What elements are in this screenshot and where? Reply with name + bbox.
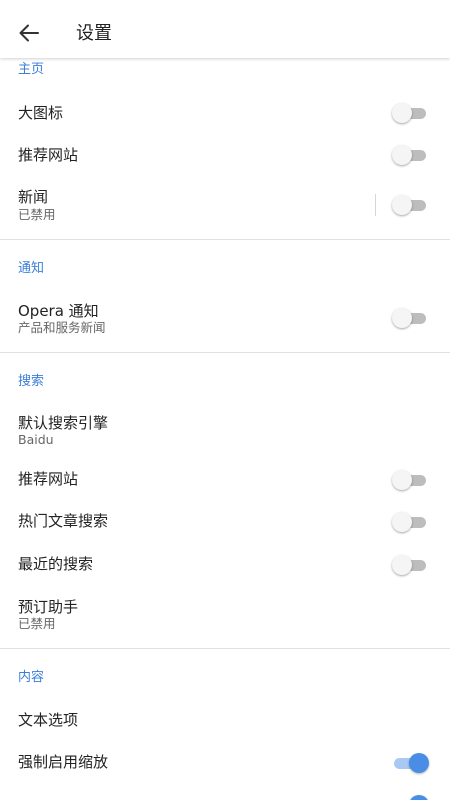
row-trending-articles[interactable]: 热门文章搜索: [0, 502, 450, 544]
news-separator: [375, 194, 376, 216]
row-text-options[interactable]: 文本选项: [0, 700, 450, 742]
divider: [0, 352, 450, 353]
row-opera-notifications-label: Opera 通知: [18, 302, 99, 320]
trending-articles-toggle[interactable]: [392, 511, 428, 533]
row-large-icons[interactable]: 大图标: [0, 92, 450, 134]
row-default-search-engine-label: 默认搜索引擎: [18, 414, 109, 432]
row-search-recommended-sites[interactable]: 推荐网站: [0, 460, 450, 502]
cut-off-toggle[interactable]: [392, 794, 429, 800]
divider: [0, 648, 450, 649]
row-default-search-engine[interactable]: 默认搜索引擎 Baidu: [0, 404, 450, 460]
home-recommended-sites-toggle[interactable]: [392, 144, 428, 166]
divider: [0, 239, 450, 240]
force-zoom-toggle[interactable]: [392, 752, 429, 774]
row-cut-off[interactable]: [0, 784, 450, 800]
row-home-recommended-sites-label: 推荐网站: [18, 146, 79, 164]
recent-searches-toggle[interactable]: [392, 554, 428, 576]
row-force-zoom[interactable]: 强制启用缩放: [0, 742, 450, 784]
row-recent-searches-label: 最近的搜索: [18, 555, 94, 573]
section-header-home: 主页: [18, 62, 45, 77]
large-icons-toggle[interactable]: [392, 102, 428, 124]
settings-list: 主页 大图标 推荐网站 新闻 已禁用 通知 Opera 通知 产品和服务新闻 搜…: [0, 0, 450, 800]
row-booking-assistant-status: 已禁用: [18, 616, 56, 631]
row-default-search-engine-value: Baidu: [18, 432, 54, 447]
row-text-options-label: 文本选项: [18, 711, 79, 729]
row-force-zoom-label: 强制启用缩放: [18, 753, 109, 771]
row-news[interactable]: 新闻 已禁用: [0, 178, 450, 234]
row-home-recommended-sites[interactable]: 推荐网站: [0, 134, 450, 176]
row-search-recommended-sites-label: 推荐网站: [18, 470, 79, 488]
opera-notifications-toggle[interactable]: [392, 307, 428, 329]
section-header-search: 搜索: [18, 374, 45, 389]
section-header-content: 内容: [18, 670, 45, 685]
news-toggle[interactable]: [392, 194, 428, 216]
row-news-status: 已禁用: [18, 207, 56, 222]
row-booking-assistant-label: 预订助手: [18, 598, 79, 616]
row-recent-searches[interactable]: 最近的搜索: [0, 544, 450, 586]
row-large-icons-label: 大图标: [18, 104, 64, 122]
row-trending-articles-label: 热门文章搜索: [18, 512, 109, 530]
app-bar: 设置: [0, 0, 450, 58]
section-header-notifications: 通知: [18, 261, 45, 276]
row-opera-notifications-subtitle: 产品和服务新闻: [18, 320, 106, 335]
row-news-label: 新闻: [18, 188, 49, 206]
page-title: 设置: [76, 23, 112, 44]
row-opera-notifications[interactable]: Opera 通知 产品和服务新闻: [0, 292, 450, 348]
row-booking-assistant[interactable]: 预订助手 已禁用: [0, 588, 450, 644]
arrow-left-icon: [19, 24, 39, 42]
back-button[interactable]: [10, 14, 48, 52]
search-recommended-sites-toggle[interactable]: [392, 469, 428, 491]
